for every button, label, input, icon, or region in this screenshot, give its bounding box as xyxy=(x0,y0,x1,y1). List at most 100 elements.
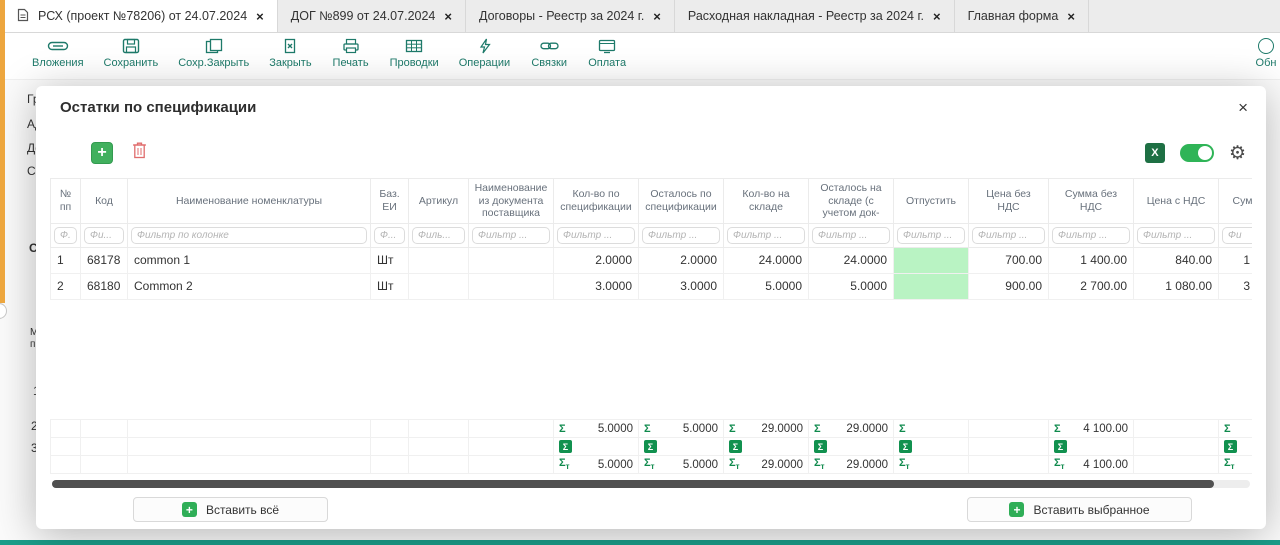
save-button[interactable]: Сохранить xyxy=(94,38,169,69)
column-header[interactable]: Наименование номенклатуры xyxy=(128,179,371,224)
filter-cell xyxy=(894,223,969,247)
totals-cell: Σт5.0000 xyxy=(554,456,639,474)
app-toolbar: Вложения Сохранить Сохр.Закрыть Закрыть … xyxy=(0,33,1280,80)
tab-close-icon[interactable]: × xyxy=(653,10,661,23)
totals-cell: Σ xyxy=(809,438,894,456)
column-filter-input[interactable] xyxy=(812,227,890,244)
sigma-badge-icon[interactable]: Σ xyxy=(814,440,827,453)
totals-cell: Σ xyxy=(1219,438,1253,456)
toolbar-label: Проводки xyxy=(390,57,439,69)
column-filter-input[interactable] xyxy=(472,227,550,244)
tab-rashodnaya-reestr[interactable]: Расходная накладная - Реестр за 2024 г. … xyxy=(675,0,955,32)
tab-main-form[interactable]: Главная форма × xyxy=(955,0,1089,32)
dispense-editable-cell[interactable] xyxy=(894,273,969,299)
dialog-toolbar-right: X ⚙ xyxy=(1145,143,1246,163)
sigma-badge-icon[interactable]: Σ xyxy=(1224,440,1237,453)
column-header[interactable]: Сумма без НДС xyxy=(1049,179,1134,224)
totals-cell xyxy=(128,420,371,438)
save-close-button[interactable]: Сохр.Закрыть xyxy=(168,38,259,69)
column-header[interactable]: Сум xyxy=(1219,179,1253,224)
cell: 24.0000 xyxy=(724,247,809,273)
tab-dog-899[interactable]: ДОГ №899 от 24.07.2024 × xyxy=(278,0,466,32)
dispense-editable-cell[interactable] xyxy=(894,247,969,273)
print-button[interactable]: Печать xyxy=(322,38,380,69)
cell: Шт xyxy=(371,247,409,273)
totals-cell xyxy=(469,420,554,438)
column-header[interactable]: Цена с НДС xyxy=(1134,179,1219,224)
tab-label: Договоры - Реестр за 2024 г. xyxy=(479,9,644,23)
postings-grid-icon xyxy=(405,38,423,54)
column-filter-input[interactable] xyxy=(557,227,635,244)
column-header[interactable]: № пп xyxy=(51,179,81,224)
insert-all-button[interactable]: + Вставить всё xyxy=(133,497,328,522)
totals-cell: Σ xyxy=(894,438,969,456)
filter-cell xyxy=(371,223,409,247)
column-header[interactable]: Кол-во по спецификации xyxy=(554,179,639,224)
totals-cell xyxy=(409,438,469,456)
cell: 2.0000 xyxy=(554,247,639,273)
tab-close-icon[interactable]: × xyxy=(444,10,452,23)
refresh-button-partial[interactable]: Обн xyxy=(1238,38,1280,69)
cell: 2.0000 xyxy=(639,247,724,273)
excel-export-button[interactable]: X xyxy=(1145,143,1165,163)
column-filter-input[interactable] xyxy=(1052,227,1130,244)
table-row[interactable]: 1 68178 common 1 Шт 2.0000 2.0000 24.000… xyxy=(51,247,1253,273)
sigma-badge-icon[interactable]: Σ xyxy=(559,440,572,453)
add-row-button[interactable]: + xyxy=(91,142,113,164)
column-header[interactable]: Наименование из документа поставщика xyxy=(469,179,554,224)
scrollbar-thumb[interactable] xyxy=(52,480,1214,488)
tab-close-icon[interactable]: × xyxy=(1067,10,1075,23)
delete-row-button[interactable] xyxy=(128,142,150,164)
column-filter-input[interactable] xyxy=(897,227,965,244)
insert-selected-button[interactable]: + Вставить выбранное xyxy=(967,497,1192,522)
dialog-footer: + Вставить всё + Вставить выбранное xyxy=(36,488,1266,522)
column-filter-input[interactable] xyxy=(412,227,465,244)
toolbar-label: Оплата xyxy=(588,57,626,69)
links-button[interactable]: Связки xyxy=(520,38,578,69)
horizontal-scrollbar[interactable] xyxy=(52,480,1250,488)
column-filter-input[interactable] xyxy=(131,227,367,244)
toolbar-label: Закрыть xyxy=(269,57,311,69)
column-header[interactable]: Отпустить xyxy=(894,179,969,224)
tab-close-icon[interactable]: × xyxy=(933,10,941,23)
attachments-button[interactable]: Вложения xyxy=(22,38,94,69)
totals-cell: Σ4 100.00 xyxy=(1049,420,1134,438)
postings-button[interactable]: Проводки xyxy=(380,38,449,69)
column-filter-input[interactable] xyxy=(642,227,720,244)
column-filter-input[interactable] xyxy=(1137,227,1215,244)
filter-cell xyxy=(639,223,724,247)
tab-close-icon[interactable]: × xyxy=(256,10,264,23)
column-header[interactable]: Код xyxy=(81,179,128,224)
column-filter-input[interactable] xyxy=(972,227,1045,244)
operations-button[interactable]: Операции xyxy=(449,38,520,69)
column-header[interactable]: Артикул xyxy=(409,179,469,224)
column-header[interactable]: Цена без НДС xyxy=(969,179,1049,224)
tab-dogovory-reestr[interactable]: Договоры - Реестр за 2024 г. × xyxy=(466,0,675,32)
payment-button[interactable]: Оплата xyxy=(578,38,636,69)
table-row[interactable]: 2 68180 Common 2 Шт 3.0000 3.0000 5.0000… xyxy=(51,273,1253,299)
column-filter-input[interactable] xyxy=(54,227,77,244)
document-icon xyxy=(17,8,29,25)
totals-cell xyxy=(51,456,81,474)
close-doc-button[interactable]: Закрыть xyxy=(259,38,321,69)
tab-label: Главная форма xyxy=(968,9,1059,23)
sigma-badge-icon[interactable]: Σ xyxy=(1054,440,1067,453)
sigma-badge-icon[interactable]: Σ xyxy=(729,440,742,453)
column-header[interactable]: Баз. ЕИ xyxy=(371,179,409,224)
column-filter-input[interactable] xyxy=(374,227,405,244)
sigma-badge-icon[interactable]: Σ xyxy=(899,440,912,453)
sigma-badge-icon[interactable]: Σ xyxy=(644,440,657,453)
sidebar-handle[interactable] xyxy=(0,303,7,319)
tab-rsx-project[interactable]: РСХ (проект №78206) от 24.07.2024 × xyxy=(4,0,278,32)
cell: 3.0000 xyxy=(639,273,724,299)
table-mode-toggle[interactable] xyxy=(1180,144,1214,162)
column-header[interactable]: Осталось на складе (с учетом док- xyxy=(809,179,894,224)
totals-cell: Σ5.0000 xyxy=(554,420,639,438)
dialog-close-icon[interactable]: × xyxy=(1238,99,1248,116)
column-header[interactable]: Осталось по спецификации xyxy=(639,179,724,224)
column-header[interactable]: Кол-во на складе xyxy=(724,179,809,224)
column-filter-input[interactable] xyxy=(84,227,124,244)
settings-gear-icon[interactable]: ⚙ xyxy=(1229,144,1246,163)
column-filter-input[interactable] xyxy=(727,227,805,244)
column-filter-input[interactable] xyxy=(1222,227,1252,244)
